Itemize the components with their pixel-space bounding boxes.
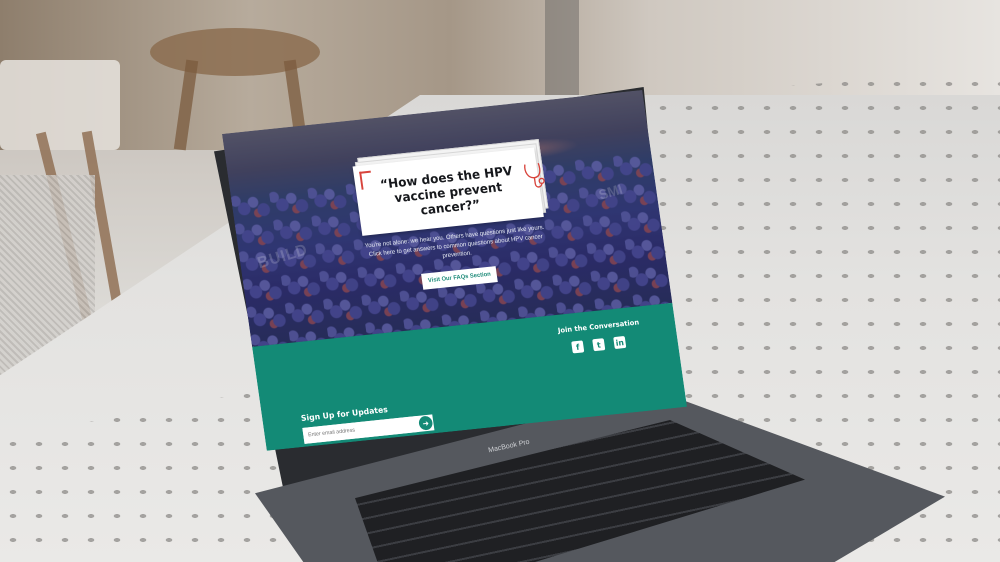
quote-heading: “How does the HPV vaccine prevent cancer… xyxy=(379,162,514,218)
social-links: f t in xyxy=(571,335,627,354)
hero-section: BUILD SMI “How does the HPV vaccine prev… xyxy=(222,90,673,347)
facebook-icon[interactable]: f xyxy=(571,340,585,354)
linkedin-icon[interactable]: in xyxy=(613,335,627,350)
arrow-right-icon[interactable]: ➜ xyxy=(418,415,434,431)
red-bracket-decoration xyxy=(359,170,374,190)
stethoscope-icon xyxy=(524,162,545,188)
background-chair xyxy=(0,60,120,150)
twitter-icon[interactable]: t xyxy=(592,338,606,352)
social-heading: Join the Conversation xyxy=(557,318,640,335)
laptop-screen: BUILD SMI “How does the HPV vaccine prev… xyxy=(222,90,687,451)
